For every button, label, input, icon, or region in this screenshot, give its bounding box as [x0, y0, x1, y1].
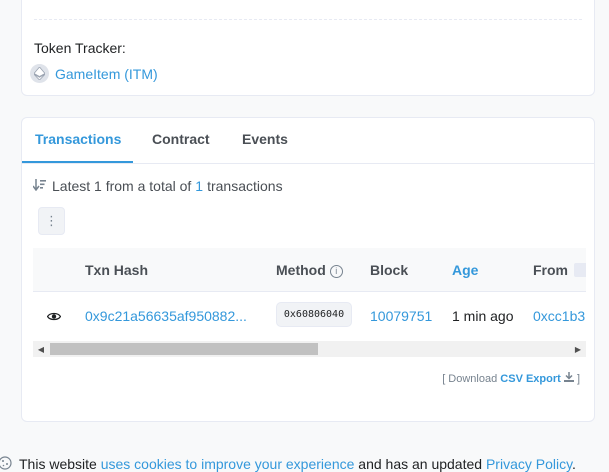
- info-icon[interactable]: i: [329, 264, 343, 278]
- more-options-button[interactable]: ⋮: [38, 207, 65, 235]
- from-address-link[interactable]: 0xcc1b3: [533, 308, 585, 324]
- header-method: Method i: [276, 262, 343, 278]
- cookie-text: This website uses cookies to improve you…: [19, 456, 576, 472]
- sort-amount-icon: [32, 178, 46, 194]
- token-tracker-label: Token Tracker:: [34, 40, 126, 56]
- horizontal-scrollbar[interactable]: ◀ ▶: [33, 341, 586, 357]
- block-link[interactable]: 10079751: [370, 308, 432, 324]
- cookie-text-2: and has an updated: [358, 456, 483, 472]
- csv-export-link[interactable]: CSV Export: [500, 373, 561, 385]
- view-details-button[interactable]: [41, 304, 67, 328]
- scroll-left-arrow-icon[interactable]: ◀: [33, 341, 49, 357]
- age-value: 1 min ago: [452, 308, 514, 324]
- transactions-card: Transactions Contract Events Latest 1 fr…: [21, 117, 595, 422]
- header-block: Block: [370, 262, 409, 278]
- header-age-toggle[interactable]: Age: [452, 262, 478, 278]
- txn-hash-link[interactable]: 0x9c21a56635af950882...: [85, 308, 247, 324]
- active-tab-indicator: [22, 161, 133, 163]
- summary-prefix: Latest 1 from a total of: [52, 178, 192, 194]
- privacy-policy-link[interactable]: Privacy Policy: [486, 456, 572, 472]
- divider: [34, 19, 582, 20]
- header-from-label: From: [533, 262, 568, 278]
- download-csv: [ Download CSV Export ]: [442, 372, 580, 385]
- table-header: Txn Hash Method i Block Age From: [33, 248, 586, 292]
- cookie-icon: [0, 456, 12, 472]
- eye-icon: [46, 308, 62, 324]
- summary-count-link[interactable]: 1: [195, 178, 203, 194]
- token-tracker-row: GameItem (ITM): [30, 64, 158, 83]
- header-method-label: Method: [276, 262, 326, 278]
- method-badge: 0x60806040: [276, 302, 352, 327]
- summary-suffix: transactions: [207, 178, 283, 194]
- cookie-text-1: This website: [19, 456, 97, 472]
- header-from: From: [533, 262, 586, 278]
- token-logo-icon: [30, 64, 49, 83]
- transactions-table: Txn Hash Method i Block Age From 0x9c21a5…: [33, 248, 586, 358]
- filter-icon[interactable]: [574, 263, 586, 277]
- token-tracker-link[interactable]: GameItem (ITM): [55, 66, 158, 82]
- tab-transactions[interactable]: Transactions: [35, 131, 121, 147]
- cookie-banner: This website uses cookies to improve you…: [0, 447, 609, 472]
- vertical-ellipsis-icon: ⋮: [45, 213, 58, 228]
- cookies-link[interactable]: uses cookies to improve your experience: [101, 456, 355, 472]
- tab-contract[interactable]: Contract: [152, 131, 210, 147]
- download-prefix: [ Download: [442, 373, 498, 385]
- transactions-summary: Latest 1 from a total of 1 transactions: [32, 178, 283, 194]
- scrollbar-thumb[interactable]: [50, 343, 318, 355]
- download-suffix: ]: [576, 373, 580, 385]
- cookie-text-3: .: [572, 456, 576, 472]
- tab-events[interactable]: Events: [242, 131, 288, 147]
- header-txn-hash: Txn Hash: [85, 262, 149, 278]
- scroll-right-arrow-icon[interactable]: ▶: [570, 341, 586, 357]
- tab-bar: Transactions Contract Events: [22, 118, 594, 164]
- download-icon[interactable]: [563, 372, 577, 385]
- overview-card: Token Tracker: GameItem (ITM): [21, 0, 595, 96]
- table-row: 0x9c21a56635af950882... 0x60806040 10079…: [33, 292, 586, 341]
